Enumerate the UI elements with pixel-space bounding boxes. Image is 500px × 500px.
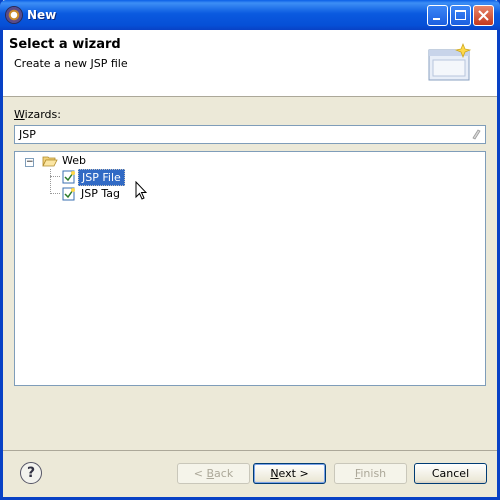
back-button-mnemonic: B: [206, 467, 215, 480]
window-title: New: [27, 8, 57, 22]
close-button[interactable]: [473, 5, 494, 26]
page-title: Select a wizard: [9, 37, 121, 52]
next-button-label: ext >: [278, 467, 309, 480]
back-button-prefix: <: [193, 467, 207, 480]
tree-connector: [50, 169, 51, 194]
eclipse-icon: [6, 7, 22, 23]
jsp-tag-icon: [62, 187, 75, 201]
finish-button-label: inish: [360, 467, 387, 480]
tree-node-jsp-file[interactable]: JSP File: [78, 169, 125, 186]
close-icon: [478, 10, 489, 21]
wizards-label: Wizards:: [14, 108, 61, 121]
maximize-button[interactable]: [450, 5, 471, 26]
footer-divider: [3, 450, 497, 451]
tree-connector: [50, 176, 60, 177]
wizard-tree[interactable]: − Web JSP File JSP Tag: [14, 151, 486, 386]
tree-node-jsp-tag[interactable]: JSP Tag: [81, 187, 120, 200]
wizard-filter-input[interactable]: JSP: [14, 125, 486, 144]
minimize-button[interactable]: [427, 5, 448, 26]
page-description: Create a new JSP file: [14, 57, 128, 70]
clear-filter-icon[interactable]: [470, 128, 482, 140]
maximize-icon: [455, 10, 466, 20]
new-wizard-dialog: New Select a wizard Create a new JSP fil…: [0, 0, 500, 500]
finish-button[interactable]: Finish: [334, 463, 407, 484]
wizard-banner-icon: [428, 43, 472, 81]
next-button[interactable]: Next >: [253, 463, 326, 484]
help-icon[interactable]: ?: [20, 462, 42, 484]
open-folder-icon: [42, 156, 58, 167]
title-bar[interactable]: New: [0, 0, 500, 30]
wizards-label-text: izards:: [24, 108, 61, 121]
tree-node-web[interactable]: Web: [62, 154, 86, 167]
tree-connector: [50, 193, 60, 194]
minimize-icon: [433, 18, 440, 20]
collapse-toggle[interactable]: −: [25, 158, 34, 167]
back-button-label: ack: [214, 467, 234, 480]
next-button-mnemonic: N: [270, 467, 279, 480]
cancel-button[interactable]: Cancel: [414, 463, 487, 484]
wizard-header: Select a wizard Create a new JSP file: [3, 30, 497, 97]
back-button[interactable]: < Back: [177, 463, 250, 484]
jsp-file-icon: [62, 170, 75, 184]
mouse-pointer-icon: [135, 181, 147, 200]
wizards-label-mnemonic: W: [14, 108, 25, 121]
